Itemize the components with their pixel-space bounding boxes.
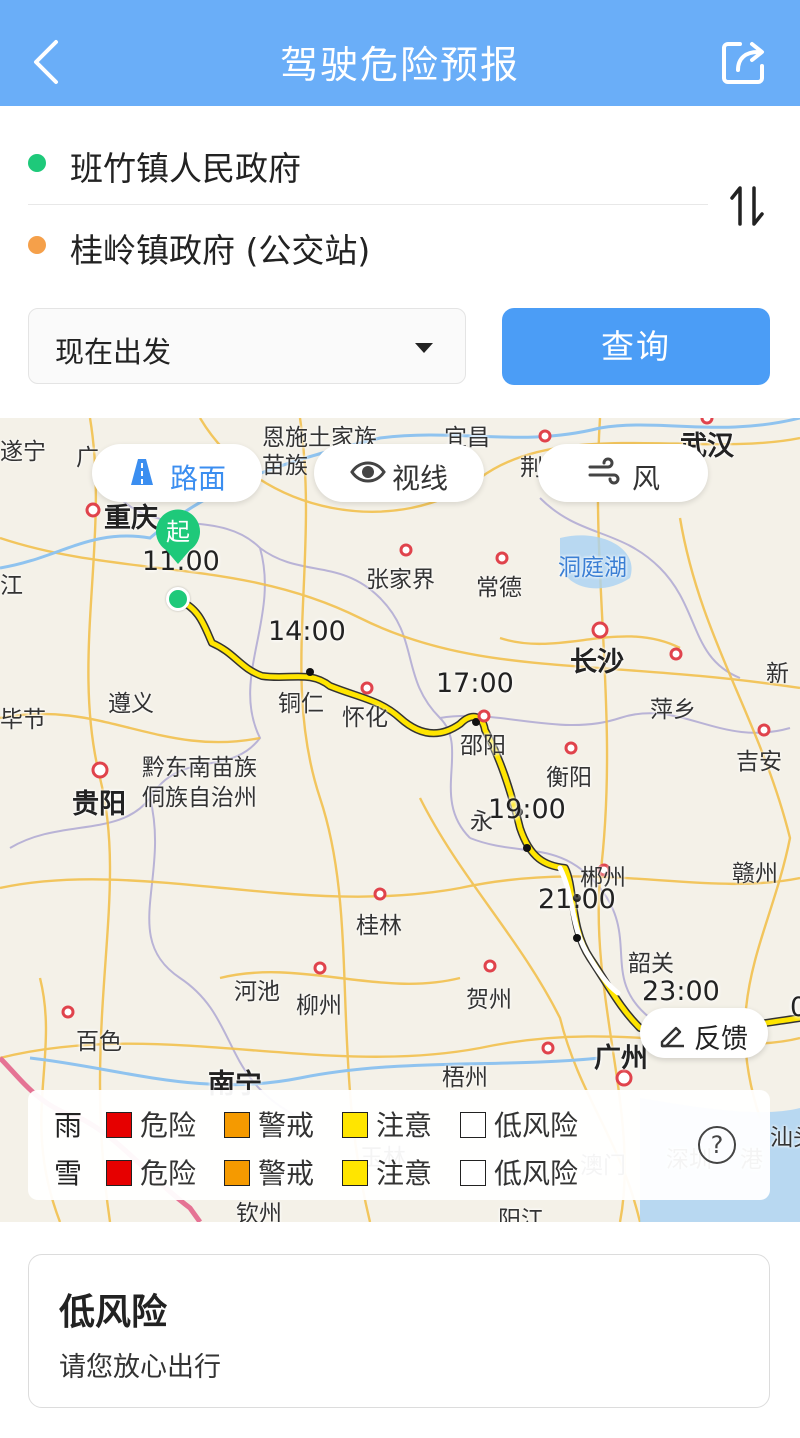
tab-visibility[interactable]: 视线 xyxy=(314,444,484,502)
app-header: 驾驶危险预报 xyxy=(0,0,800,106)
legend-kind: 雪 xyxy=(54,1157,83,1190)
legend-row-snow: 雪 危险 警戒 注意 低风险 xyxy=(28,1150,770,1190)
legend-kind: 雨 xyxy=(54,1109,83,1142)
edit-icon xyxy=(660,1026,684,1048)
legend-swatch xyxy=(106,1160,132,1186)
swap-vertical-icon[interactable] xyxy=(726,184,770,228)
city-label: 贵阳 xyxy=(72,789,126,820)
city-label: 邵阳 xyxy=(460,733,506,759)
legend-label: 注意 xyxy=(376,1157,433,1190)
eye-icon xyxy=(350,461,386,483)
departure-select[interactable]: 现在出发 xyxy=(28,308,466,384)
city-label: 怀化 xyxy=(342,705,388,731)
feedback-label: 反馈 xyxy=(694,1024,748,1055)
city-label: 常德 xyxy=(476,575,522,601)
time-label: 0 xyxy=(790,992,800,1023)
legend-swatch xyxy=(460,1160,486,1186)
legend-label: 危险 xyxy=(140,1157,197,1190)
risk-level: 低风险 xyxy=(59,1292,168,1333)
origin-field[interactable]: 班竹镇人民政府 xyxy=(28,106,708,188)
city-label: 长沙 xyxy=(570,647,624,678)
city-label: 江 xyxy=(0,573,23,599)
city-label: 萍乡 xyxy=(650,697,696,723)
risk-message: 请您放心出行 xyxy=(59,1352,221,1383)
city-label: 赣州 xyxy=(732,861,778,887)
start-marker-text: 起 xyxy=(166,518,190,546)
destination-text: 桂岭镇政府 (公交站) xyxy=(70,231,371,270)
start-pin-icon: 起 xyxy=(156,509,200,564)
departure-value: 现在出发 xyxy=(55,335,172,369)
legend-swatch xyxy=(342,1160,368,1186)
city-label: 侗族自治州 xyxy=(142,785,257,811)
city-label: 梧州 xyxy=(442,1065,488,1091)
risk-legend: 雨 危险 警戒 注意 低风险 雪 危险 警戒 注意 低风险 ? xyxy=(28,1090,770,1200)
feedback-button[interactable]: 反馈 xyxy=(640,1008,768,1058)
city-label: 贺州 xyxy=(466,987,512,1013)
share-icon[interactable] xyxy=(718,36,770,88)
tab-road-label: 路面 xyxy=(170,462,227,495)
city-label: 广州 xyxy=(594,1043,648,1074)
legend-label: 低风险 xyxy=(494,1109,579,1142)
time-label: 19:00 xyxy=(488,794,566,825)
page-title: 驾驶危险预报 xyxy=(279,43,520,87)
city-label: 河池 xyxy=(234,979,280,1005)
city-label: 衡阳 xyxy=(546,765,592,791)
legend-label: 注意 xyxy=(376,1109,433,1142)
city-label: 遂宁 xyxy=(0,439,46,465)
legend-label: 低风险 xyxy=(494,1157,579,1190)
city-label: 柳州 xyxy=(296,993,342,1019)
time-label: 23:00 xyxy=(642,976,720,1007)
time-label: 14:00 xyxy=(268,616,346,647)
legend-swatch xyxy=(342,1112,368,1138)
tab-road[interactable]: 路面 xyxy=(92,444,262,502)
legend-swatch xyxy=(224,1160,250,1186)
question-circle-icon[interactable]: ? xyxy=(698,1126,736,1164)
city-label: 洞庭湖 xyxy=(558,555,627,581)
city-label: 汕头 xyxy=(770,1125,800,1151)
legend-swatch xyxy=(460,1112,486,1138)
query-button[interactable]: 查询 xyxy=(502,308,770,385)
origin-map-dot xyxy=(166,587,190,611)
city-label: 毕节 xyxy=(0,707,46,733)
legend-row-rain: 雨 危险 警戒 注意 低风险 xyxy=(28,1102,770,1142)
legend-label: 警戒 xyxy=(258,1109,315,1142)
origin-dot-icon xyxy=(28,154,46,172)
legend-swatch xyxy=(106,1112,132,1138)
city-label: 遵义 xyxy=(108,691,154,717)
city-label: 张家界 xyxy=(366,567,435,593)
city-label: 吉安 xyxy=(736,749,782,775)
caret-down-icon xyxy=(415,343,433,353)
city-label: 铜仁 xyxy=(278,691,324,717)
city-label: 桂林 xyxy=(356,913,402,939)
legend-label: 警戒 xyxy=(258,1157,315,1190)
city-label: 黔东南苗族 xyxy=(142,755,257,781)
road-icon xyxy=(131,459,153,485)
time-label: 21:00 xyxy=(538,884,616,915)
destination-field[interactable]: 桂岭镇政府 (公交站) xyxy=(28,188,708,270)
tab-visibility-label: 视线 xyxy=(392,462,449,495)
tab-wind[interactable]: 风 xyxy=(538,444,708,502)
city-label: 苗族 xyxy=(262,453,308,479)
tab-wind-label: 风 xyxy=(632,462,661,495)
route-panel: 班竹镇人民政府 桂岭镇政府 (公交站) xyxy=(0,106,800,306)
origin-text: 班竹镇人民政府 xyxy=(70,149,301,188)
city-label: 韶关 xyxy=(628,951,674,977)
destination-dot-icon xyxy=(28,236,46,254)
city-label: 阳江 xyxy=(498,1207,544,1222)
legend-label: 危险 xyxy=(140,1109,197,1142)
city-label: 新 xyxy=(766,661,789,687)
legend-swatch xyxy=(224,1112,250,1138)
wind-icon xyxy=(588,457,620,485)
risk-result-card: 低风险 请您放心出行 xyxy=(28,1254,770,1408)
city-label: 百色 xyxy=(76,1029,122,1055)
time-label: 17:00 xyxy=(436,668,514,699)
